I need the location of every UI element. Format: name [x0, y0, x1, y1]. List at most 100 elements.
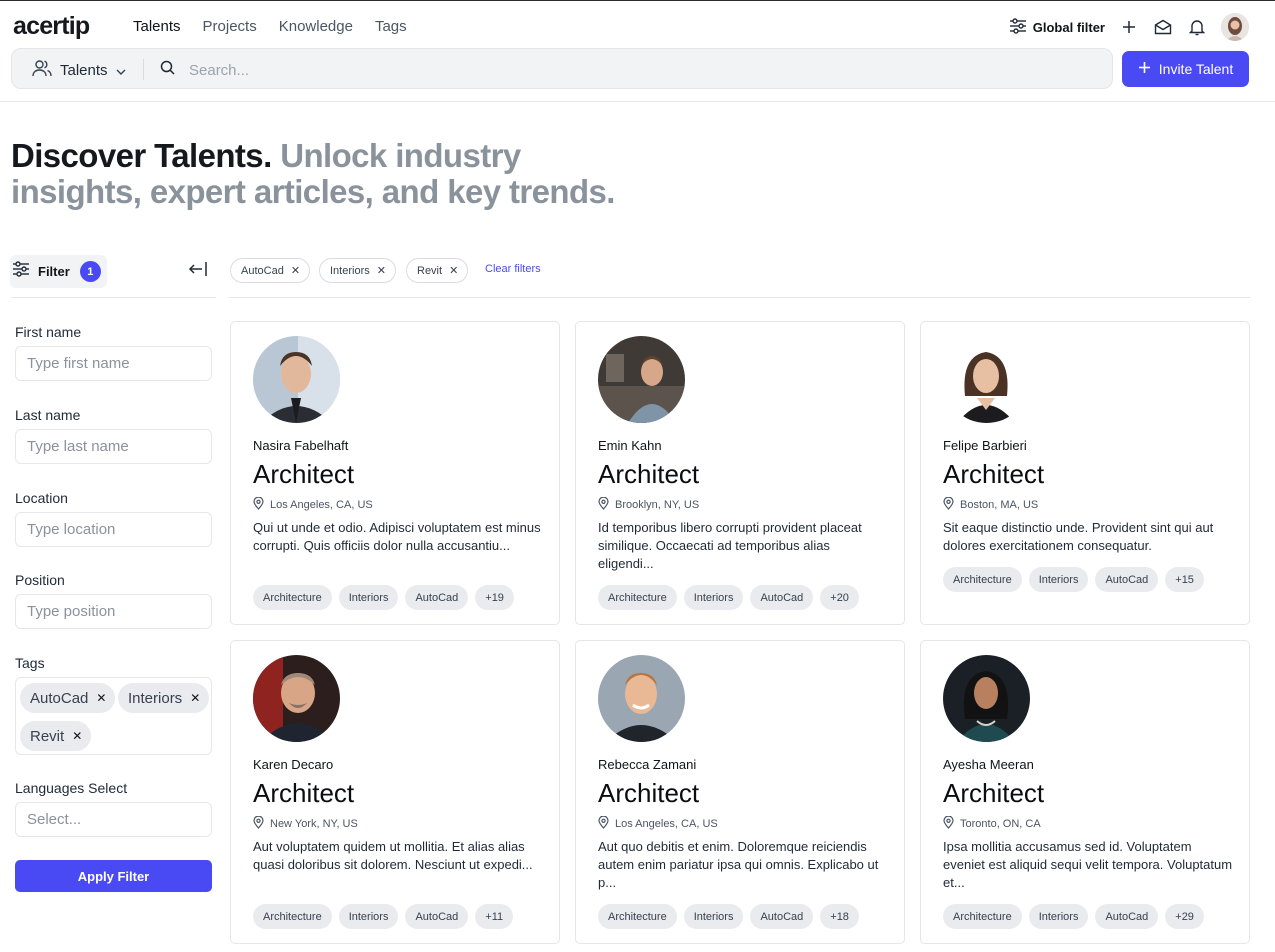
talent-card[interactable]: Felipe Barbieri Architect Boston, MA, US…	[920, 321, 1250, 625]
talent-tag[interactable]: Interiors	[683, 585, 744, 610]
talent-description: Sit eaque distinctio unde. Provident sin…	[943, 520, 1214, 553]
remove-filter-icon[interactable]: ✕	[449, 264, 458, 277]
remove-filter-icon[interactable]: ✕	[291, 264, 300, 277]
nav-knowledge[interactable]: Knowledge	[279, 18, 353, 35]
talent-location-text: Boston, MA, US	[960, 499, 1039, 511]
talent-tags: Architecture Interiors AutoCad +15	[943, 567, 1204, 592]
talent-role: Architect	[943, 778, 1045, 808]
languages-field	[15, 802, 212, 837]
talent-tag[interactable]: Architecture	[943, 567, 1022, 592]
talent-avatar	[598, 336, 685, 423]
talent-role: Architect	[943, 459, 1045, 489]
nav-talents[interactable]: Talents	[133, 18, 181, 35]
bell-icon[interactable]	[1187, 17, 1207, 37]
talent-card[interactable]: Karen Decaro Architect New York, NY, US …	[230, 640, 560, 944]
apply-filter-button[interactable]: Apply Filter	[15, 860, 212, 892]
page-title-main: Discover Talents.	[11, 137, 272, 174]
talent-avatar	[253, 336, 340, 423]
search-field	[160, 60, 1069, 80]
map-pin-icon	[598, 815, 609, 832]
talent-location-text: Los Angeles, CA, US	[270, 499, 373, 511]
talent-location-text: Toronto, ON, CA	[960, 818, 1041, 830]
last-name-label: Last name	[15, 407, 81, 423]
remove-tag-icon[interactable]: ✕	[96, 691, 106, 705]
map-pin-icon	[253, 496, 264, 513]
talent-tag[interactable]: Architecture	[253, 904, 332, 929]
global-filter-label: Global filter	[1032, 19, 1105, 35]
remove-tag-icon[interactable]: ✕	[72, 729, 82, 743]
talent-tag[interactable]: Architecture	[598, 904, 677, 929]
first-name-input[interactable]	[16, 347, 211, 380]
talent-tag-more[interactable]: +19	[475, 585, 514, 610]
talent-tags: Architecture Interiors AutoCad +11	[253, 904, 514, 929]
talent-tag[interactable]: Interiors	[338, 585, 399, 610]
position-input[interactable]	[16, 595, 211, 628]
nav-projects[interactable]: Projects	[203, 18, 257, 35]
header-actions: Global filter	[1009, 13, 1249, 41]
talent-description: Id temporibus libero corrupti provident …	[598, 520, 862, 571]
talent-tag[interactable]: AutoCad	[1095, 904, 1159, 929]
talent-card[interactable]: Emin Kahn Architect Brooklyn, NY, US Id …	[575, 321, 905, 625]
talent-tags: Architecture Interiors AutoCad +29	[943, 904, 1204, 929]
search-bar: Talents	[11, 48, 1113, 89]
search-scope-select[interactable]: Talents	[32, 59, 126, 81]
talent-card[interactable]: Ayesha Meeran Architect Toronto, ON, CA …	[920, 640, 1250, 944]
talent-avatar	[943, 655, 1030, 742]
talent-tag[interactable]: AutoCad	[750, 904, 814, 929]
talent-name: Ayesha Meeran	[943, 757, 1034, 772]
tag-chip-label: AutoCad	[30, 689, 89, 707]
talent-tag[interactable]: Interiors	[1028, 567, 1089, 592]
talent-role: Architect	[253, 778, 355, 808]
tags-multiselect[interactable]: AutoCad ✕ Interiors ✕ Revit ✕	[15, 677, 212, 755]
user-avatar[interactable]	[1221, 13, 1249, 41]
collapse-sidebar-icon[interactable]	[188, 261, 208, 282]
talent-tag[interactable]: Interiors	[1028, 904, 1089, 929]
talent-tag[interactable]: Architecture	[253, 585, 332, 610]
plus-icon	[1138, 61, 1151, 77]
filter-count-badge: 1	[79, 261, 101, 282]
talent-tag[interactable]: AutoCad	[750, 585, 814, 610]
location-input[interactable]	[16, 513, 211, 546]
map-pin-icon	[943, 496, 954, 513]
talent-description: Aut quo debitis et enim. Doloremque reic…	[598, 839, 879, 890]
talent-tag[interactable]: Interiors	[683, 904, 744, 929]
languages-select[interactable]	[16, 803, 211, 836]
talent-tag[interactable]: Interiors	[338, 904, 399, 929]
talent-tag-more[interactable]: +15	[1165, 567, 1204, 592]
talent-role: Architect	[598, 778, 700, 808]
talent-tag-more[interactable]: +18	[820, 904, 859, 929]
talent-description: Aut voluptatem quidem ut mollitia. Et al…	[253, 839, 533, 872]
talent-tag[interactable]: AutoCad	[1095, 567, 1159, 592]
page-title: Discover Talents. Unlock industry insigh…	[11, 138, 651, 210]
global-filter-button[interactable]: Global filter	[1009, 17, 1105, 37]
active-filter-label: Interiors	[330, 264, 370, 277]
talent-card[interactable]: Rebecca Zamani Architect Los Angeles, CA…	[575, 640, 905, 944]
tag-chip-label: Revit	[30, 727, 65, 745]
filter-toggle[interactable]: Filter 1	[10, 255, 107, 288]
users-icon	[32, 59, 52, 81]
mail-icon[interactable]	[1153, 17, 1173, 37]
search-input[interactable]	[189, 61, 1069, 79]
tag-chip-revit: Revit ✕	[20, 721, 92, 751]
remove-filter-icon[interactable]: ✕	[377, 264, 386, 277]
talent-tag[interactable]: Architecture	[598, 585, 677, 610]
nav-tags[interactable]: Tags	[375, 18, 407, 35]
talent-card[interactable]: Nasira Fabelhaft Architect Los Angeles, …	[230, 321, 560, 625]
app-logo[interactable]: acertip	[13, 12, 90, 41]
talent-tag-more[interactable]: +29	[1165, 904, 1204, 929]
talent-tag[interactable]: AutoCad	[405, 904, 469, 929]
invite-talent-button[interactable]: Invite Talent	[1122, 51, 1249, 87]
talent-tag-more[interactable]: +11	[475, 904, 514, 929]
clear-filters-link[interactable]: Clear filters	[485, 263, 541, 275]
remove-tag-icon[interactable]: ✕	[190, 691, 200, 705]
talent-location-text: New York, NY, US	[270, 818, 358, 830]
position-label: Position	[15, 572, 65, 588]
talent-tag[interactable]: Architecture	[943, 904, 1022, 929]
talent-name: Rebecca Zamani	[598, 757, 697, 772]
last-name-input[interactable]	[16, 430, 211, 463]
talent-tags: Architecture Interiors AutoCad +19	[253, 585, 514, 610]
plus-icon[interactable]	[1119, 17, 1139, 37]
talent-tag-more[interactable]: +20	[820, 585, 859, 610]
talent-tag[interactable]: AutoCad	[405, 585, 469, 610]
languages-label: Languages Select	[15, 780, 128, 796]
